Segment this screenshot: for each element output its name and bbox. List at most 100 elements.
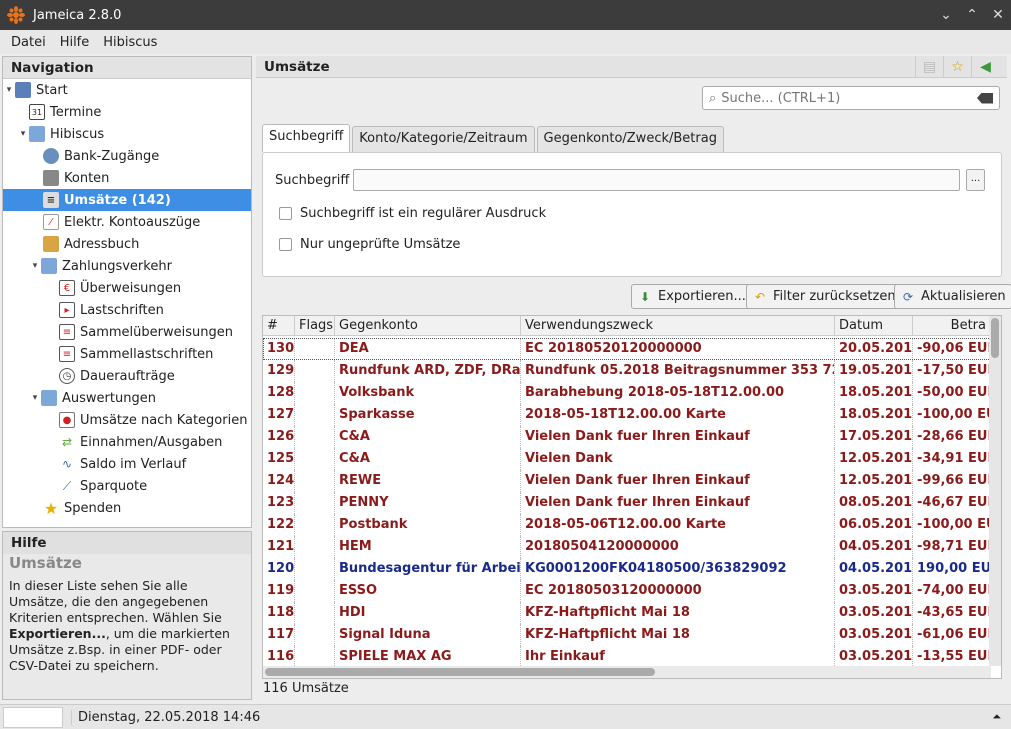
col-datum[interactable]: Datum (835, 316, 913, 336)
nav-item-auswertungen[interactable]: ▾ Auswertungen (29, 387, 251, 409)
suchbegriff-input[interactable] (353, 169, 960, 191)
nav-item-dauerauftraege[interactable]: ◷ Daueraufträge (59, 365, 251, 387)
col-nr[interactable]: # (263, 316, 295, 336)
chart-icon: ∿ (59, 456, 75, 472)
close-icon[interactable]: ✕ (985, 0, 1011, 30)
table-header: # Flags Gegenkonto Verwendungszweck Datu… (263, 316, 1001, 336)
menu-datei[interactable]: Datei (4, 35, 53, 50)
transaction-count: 116 Umsätze (263, 681, 349, 696)
cell-datum: 18.05.2018 (835, 404, 913, 426)
regex-checkbox[interactable]: Suchbegriff ist ein regulärer Ausdruck (279, 206, 546, 221)
table-row[interactable]: 121 HEM2018050412000000004.05.2018-98,71 … (263, 536, 991, 558)
cell-flags (295, 624, 335, 646)
maximize-icon[interactable]: ⌃ (959, 0, 985, 30)
tab-gegenkonto-zweck-betrag[interactable]: Gegenkonto/Zweck/Betrag (536, 126, 724, 152)
unchecked-only-checkbox[interactable]: Nur ungeprüfte Umsätze (279, 237, 460, 252)
bookmark-star-icon[interactable]: ☆ (943, 55, 971, 78)
scroll-thumb[interactable] (265, 668, 655, 676)
expand-icon[interactable]: ▾ (3, 85, 15, 95)
navigation-header: Navigation (3, 57, 251, 79)
table-row[interactable]: 129 Rundfunk ARD, ZDF, DRadioRundfunk 05.… (263, 360, 991, 382)
table-row[interactable]: 125 C&AVielen Dank12.05.2018-34,91 EUI (263, 448, 991, 470)
search-input[interactable]: ⌕ Suche... (CTRL+1) (702, 86, 1000, 110)
suchbegriff-more-button[interactable]: ... (966, 169, 985, 191)
print-icon[interactable]: ▤ (915, 55, 943, 78)
nav-item-adressbuch[interactable]: Adressbuch (43, 233, 251, 255)
clear-icon[interactable] (977, 92, 993, 104)
nav-item-hibiscus[interactable]: ▾ Hibiscus (17, 123, 251, 145)
col-gegenkonto[interactable]: Gegenkonto (335, 316, 521, 336)
expand-icon[interactable]: ▾ (29, 261, 41, 271)
table-row[interactable]: 130 DEAEC 2018052012000000020.05.2018-90,… (263, 338, 991, 360)
cell-nr: 128 (263, 382, 295, 404)
nav-item-kategorien[interactable]: ● Umsätze nach Kategorien (59, 409, 251, 431)
transactions-table: # Flags Gegenkonto Verwendungszweck Datu… (262, 315, 1002, 679)
table-row[interactable]: 127 Sparkasse 2018-05-18T12.00.00 Karte 18.… (263, 404, 991, 426)
reset-filter-button[interactable]: ↶ Filter zurücksetzen (746, 284, 902, 309)
clock-icon: ◷ (59, 368, 75, 384)
nav-item-bank-zugaenge[interactable]: Bank-Zugänge (43, 145, 251, 167)
tab-suchbegriff[interactable]: Suchbegriff (262, 124, 351, 152)
export-button[interactable]: ⬇ Exportieren... (631, 284, 752, 309)
batch-transfer-icon: ≡ (59, 324, 75, 340)
jameica-logo-icon (7, 6, 25, 24)
computer-icon (15, 82, 31, 98)
nav-item-sammelueberweisungen[interactable]: ≡ Sammelüberweisungen (59, 321, 251, 343)
col-flags[interactable]: Flags (295, 316, 335, 336)
cell-betrag: -17,50 EUI (913, 360, 991, 382)
cell-datum: 18.05.2018 (835, 382, 913, 404)
nav-item-einnahmen-ausgaben[interactable]: ⇄ Einnahmen/Ausgaben (59, 431, 251, 453)
nav-item-zahlungsverkehr[interactable]: ▾ Zahlungsverkehr (29, 255, 251, 277)
table-row[interactable]: 123 PENNY Vielen Dank fuer Ihren Einkauf 08… (263, 492, 991, 514)
menu-hilfe[interactable]: Hilfe (53, 35, 97, 50)
cell-nr: 130 (263, 338, 295, 360)
expand-icon[interactable]: ▾ (17, 129, 29, 139)
refresh-button[interactable]: ⟳ Aktualisieren (894, 284, 1011, 309)
table-row[interactable]: 128 Volksbank Barabhebung 2018-05-18T12.00… (263, 382, 991, 404)
cell-flags (295, 360, 335, 382)
cell-gegenkonto: Postbank (335, 514, 521, 536)
minimize-icon[interactable]: ⌄ (933, 0, 959, 30)
table-row[interactable]: 118 HDIKFZ-Haftpflicht Mai 1803.05.2018-4… (263, 602, 991, 624)
expand-icon[interactable]: ▾ (29, 393, 41, 403)
nav-item-sammellastschriften[interactable]: ≡ Sammellastschriften (59, 343, 251, 365)
cell-gegenkonto: HEM (335, 536, 521, 558)
scroll-thumb[interactable] (991, 318, 999, 358)
nav-item-start[interactable]: ▾ Start (3, 79, 251, 101)
table-row[interactable]: 122 Postbank 2018-05-06T12.00.00 Karte 06.0… (263, 514, 991, 536)
checkbox-box[interactable] (279, 238, 292, 251)
cell-flags (295, 492, 335, 514)
nav-item-kontoauszuege[interactable]: ⁄ Elektr. Kontoauszüge (43, 211, 251, 233)
vertical-scrollbar[interactable] (989, 316, 1001, 666)
col-betrag[interactable]: Betra (913, 316, 991, 336)
table-row[interactable]: 117 Signal Iduna KFZ-Haftpflicht Mai 18 03.… (263, 624, 991, 646)
back-arrow-icon[interactable]: ◀ (971, 55, 999, 78)
cell-nr: 123 (263, 492, 295, 514)
horizontal-scrollbar[interactable] (263, 666, 991, 678)
table-row[interactable]: 124 REWE Vielen Dank fuer Ihren Einkauf 12.… (263, 470, 991, 492)
table-row[interactable]: 119 ESSOEC 2018050312000000003.05.2018-74… (263, 580, 991, 602)
nav-item-saldo[interactable]: ∿ Saldo im Verlauf (59, 453, 251, 475)
tab-konto-kategorie-zeitraum[interactable]: Konto/Kategorie/Zeitraum (352, 126, 535, 152)
cell-betrag: -74,00 EUI (913, 580, 991, 602)
nav-item-spenden[interactable]: ★ Spenden (43, 497, 251, 519)
nav-item-termine[interactable]: 31 Termine (29, 101, 251, 123)
nav-item-umsaetze[interactable]: ≡ Umsätze (142) (3, 189, 251, 211)
nav-item-lastschriften[interactable]: ▸ Lastschriften (59, 299, 251, 321)
income-expense-icon: ⇄ (59, 434, 75, 450)
savings-chart-icon: ⟋ (59, 478, 75, 494)
col-verwendungszweck[interactable]: Verwendungszweck (521, 316, 835, 336)
nav-item-ueberweisungen[interactable]: € Überweisungen (59, 277, 251, 299)
table-row[interactable]: 120 Bundesagentur für Arbeit F KG0001200FK… (263, 558, 991, 580)
nav-item-konten[interactable]: Konten (43, 167, 251, 189)
checkbox-box[interactable] (279, 207, 292, 220)
nav-item-sparquote[interactable]: ⟋ Sparquote (59, 475, 251, 497)
cell-flags (295, 382, 335, 404)
undo-icon: ↶ (754, 289, 766, 304)
table-row[interactable]: 126 C&A Vielen Dank fuer Ihren Einkauf 17.0… (263, 426, 991, 448)
folder-icon (41, 258, 57, 274)
expand-up-icon[interactable]: ⏶ (992, 710, 1001, 724)
table-row[interactable]: 116 SPIELE MAX AGIhr Einkauf03.05.2018-13… (263, 646, 991, 668)
folder-icon (29, 126, 45, 142)
menu-hibiscus[interactable]: Hibiscus (96, 35, 164, 50)
